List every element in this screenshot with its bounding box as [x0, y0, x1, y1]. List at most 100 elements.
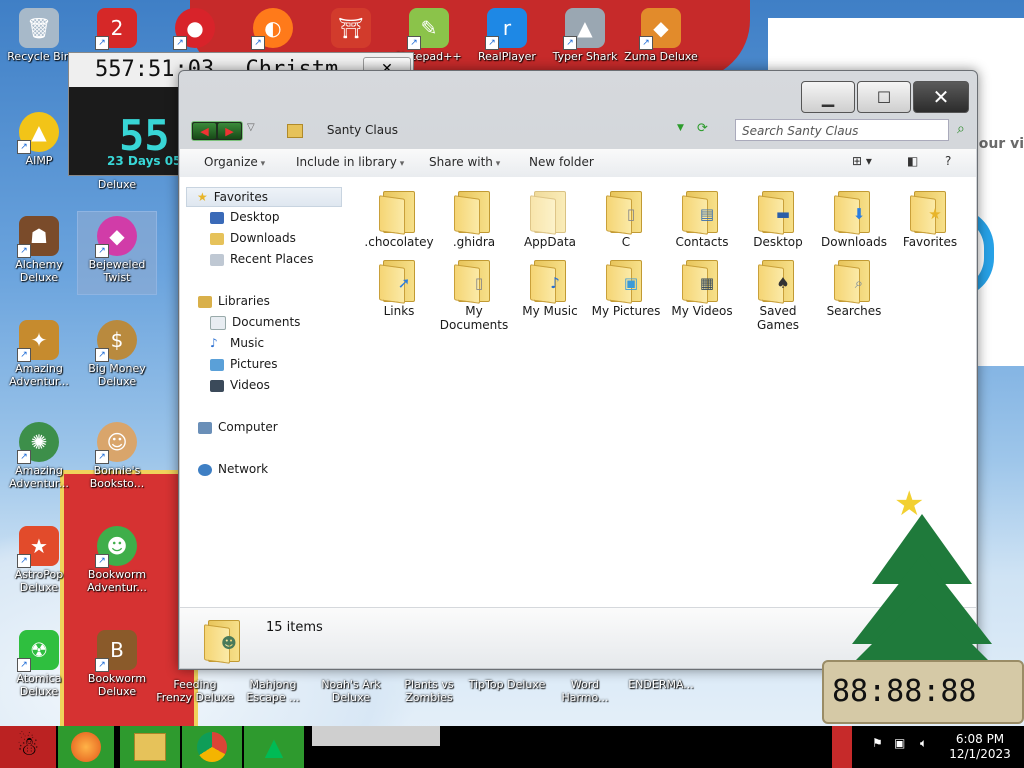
folder-item-my-documents[interactable]: ▯ My Documents	[437, 256, 511, 332]
include-in-library-button[interactable]: Include in library	[296, 155, 404, 169]
folder-item-saved-games[interactable]: ♠ Saved Games	[741, 256, 815, 332]
folder-item-appdata[interactable]: AppData	[513, 187, 587, 249]
folder-item-my-videos[interactable]: ▦ My Videos	[665, 256, 739, 318]
view-options-icon[interactable]: ⊞ ▾	[852, 154, 872, 168]
network-tray-icon[interactable]: ▣	[894, 736, 905, 750]
search-input[interactable]: Search Santy Claus	[735, 119, 949, 141]
forward-button[interactable]: ▶	[218, 123, 241, 139]
desktop-icon-bonnies-bookstore[interactable]: ☺ ↗ Bonnie's Booksto...	[78, 422, 156, 490]
shortcut-arrow-icon: ↗	[17, 140, 31, 154]
search-icon[interactable]: ⌕	[957, 121, 965, 137]
folder-item-ghidra[interactable]: .ghidra	[437, 187, 511, 249]
address-dropdown-icon[interactable]: ▼	[677, 123, 684, 133]
navigation-bar: ◀ ▶ ▽ Santy Claus ▼ ⟳ Search Santy Claus…	[187, 117, 969, 145]
desktop-icon-feeding-frenzy[interactable]: Feeding Frenzy Deluxe	[156, 678, 234, 704]
desktop-icon-bejeweled[interactable]: ◆ ↗ Bejeweled Twist	[77, 211, 157, 295]
taskbar-blank-item[interactable]	[312, 726, 440, 746]
shortcut-arrow-icon: ↗	[95, 244, 109, 258]
refresh-icon[interactable]: ⟳	[697, 121, 708, 136]
clock-date: 12/1/2023	[949, 747, 1011, 761]
folder-item-contacts[interactable]: ▤ Contacts	[665, 187, 739, 249]
system-tray[interactable]: ⚑ ▣ 🔈︎	[872, 730, 942, 762]
nav-documents[interactable]: Documents	[210, 313, 300, 331]
taskbar-clock[interactable]: 6:08 PM 12/1/2023	[940, 732, 1020, 762]
desktop-icon-alchemy[interactable]: ☗ ↗ Alchemy Deluxe	[0, 216, 78, 284]
folder-item-my-music[interactable]: ♪ My Music	[513, 256, 587, 318]
desktop-icon-zuma[interactable]: ◆ ↗ Zuma Deluxe	[622, 8, 700, 63]
desktop-icon-bookworm[interactable]: B ↗ Bookworm Deluxe	[78, 630, 156, 698]
desktop-icon-amazing-adventures-1[interactable]: ✦ ↗ Amazing Adventur...	[0, 320, 78, 388]
address-bar[interactable]: Santy Claus	[287, 119, 707, 141]
item-count: 15 items	[266, 620, 323, 635]
desktop-icon-aimp[interactable]: ▲ ↗ AIMP	[0, 112, 78, 167]
shortcut-arrow-icon: ↗	[95, 348, 109, 362]
shortcut-arrow-icon: ↗	[485, 36, 499, 50]
folder-icon	[379, 187, 419, 235]
desktop-icon-noahs-ark[interactable]: Noah's Ark Deluxe	[312, 678, 390, 704]
desktop-icon-firefox[interactable]: ◐ ↗	[234, 8, 312, 50]
nav-computer[interactable]: Computer	[198, 418, 278, 436]
start-button[interactable]: ☃	[0, 726, 56, 768]
nav-favorites[interactable]: ★ Favorites	[186, 187, 342, 207]
close-button[interactable]: ✕	[913, 81, 969, 113]
taskbar-chrome[interactable]	[182, 726, 242, 768]
nav-network[interactable]: Network	[198, 460, 268, 478]
desktop-icon-amazing-adventures-2[interactable]: ✺ ↗ Amazing Adventur...	[0, 422, 78, 490]
desktop-icon-typer-shark[interactable]: ▲ ↗ Typer Shark	[546, 8, 624, 63]
desktop-icon-enderman[interactable]: ENDERMA...	[622, 678, 700, 691]
atomica-icon: ☢ ↗	[17, 630, 59, 672]
nav-desktop[interactable]: Desktop	[210, 208, 280, 226]
flag-icon[interactable]: ⚑	[872, 736, 883, 750]
desktop-icon-mahjong-escape[interactable]: Mahjong Escape ...	[234, 678, 312, 704]
preview-pane-icon[interactable]: ◧	[907, 154, 918, 168]
folder-item-c[interactable]: ▯ C	[589, 187, 663, 249]
nav-videos[interactable]: Videos	[210, 376, 270, 394]
desktop-icon-atomica[interactable]: ☢ ↗ Atomica Deluxe	[0, 630, 78, 698]
background-window-text: our vi	[978, 136, 1024, 152]
nav-pictures[interactable]: Pictures	[210, 355, 278, 373]
folder-item-links[interactable]: ➚ Links	[362, 256, 436, 318]
help-icon[interactable]: ?	[945, 154, 951, 168]
zuma-icon: ◆ ↗	[639, 8, 681, 50]
desktop-icon-number-two[interactable]: 2 ↗	[78, 8, 156, 50]
christmas-tree-widget[interactable]: ★ 88:88:88	[822, 484, 1024, 724]
history-dropdown-icon[interactable]: ▽	[247, 122, 255, 133]
folder-item-chocolatey[interactable]: .chocolatey	[362, 187, 436, 249]
nav-recent-places[interactable]: Recent Places	[210, 250, 313, 268]
desktop-icon-realplayer[interactable]: r ↗ RealPlayer	[468, 8, 546, 63]
nav-downloads[interactable]: Downloads	[210, 229, 296, 247]
show-hidden-icons-button[interactable]	[832, 726, 852, 768]
folder-item-desktop[interactable]: ▬ Desktop	[741, 187, 815, 249]
nav-music[interactable]: ♪ Music	[210, 334, 264, 352]
folder-item-downloads[interactable]: ⬇ Downloads	[817, 187, 891, 249]
desktop-icon-bookworm-adventures[interactable]: ☻ ↗ Bookworm Adventur...	[78, 526, 156, 594]
desktop-icon-plants-vs-zombies[interactable]: Plants vs Zombies	[390, 678, 468, 704]
countdown-days: 23 Days 05	[107, 154, 182, 168]
folder-item-searches[interactable]: ⌕ Searches	[817, 256, 891, 318]
minimize-button[interactable]: ▁	[801, 81, 855, 113]
back-forward-buttons[interactable]: ◀ ▶	[191, 121, 243, 141]
desktop-icon-astropop[interactable]: ★ ↗ AstroPop Deluxe	[0, 526, 78, 594]
maximize-button[interactable]: ☐	[857, 81, 911, 113]
back-button[interactable]: ◀	[193, 123, 216, 139]
desktop-icon-word-harmony[interactable]: Word Harmo...	[546, 678, 624, 704]
desktop-icon-big-money[interactable]: $ ↗ Big Money Deluxe	[78, 320, 156, 388]
share-with-button[interactable]: Share with	[429, 155, 500, 169]
recent-places-icon	[210, 253, 224, 266]
santa-icon: ☃	[16, 732, 40, 762]
taskbar-explorer[interactable]	[120, 726, 180, 768]
folder-item-favorites[interactable]: ★ Favorites	[893, 187, 967, 249]
volume-icon[interactable]: 🔈︎	[920, 736, 927, 751]
taskbar-tree[interactable]: ▲	[244, 726, 304, 768]
desktop-icon-red-creature[interactable]: ● ↗	[156, 8, 234, 50]
nav-libraries[interactable]: Libraries	[198, 292, 270, 310]
desktop-icon-tiptop[interactable]: TipTop Deluxe	[468, 678, 546, 691]
folder-item-my-pictures[interactable]: ▣ My Pictures	[589, 256, 663, 318]
shortcut-arrow-icon: ↗	[639, 36, 653, 50]
desktop-icon-torii[interactable]: ⛩	[312, 8, 390, 50]
tree-icon: ▲	[264, 733, 284, 761]
taskbar-firefox[interactable]	[58, 726, 114, 768]
organize-button[interactable]: Organize	[204, 155, 265, 169]
new-folder-button[interactable]: New folder	[529, 155, 594, 169]
desktop-icon-recycle-bin[interactable]: 🗑 Recycle Bin	[0, 8, 78, 63]
